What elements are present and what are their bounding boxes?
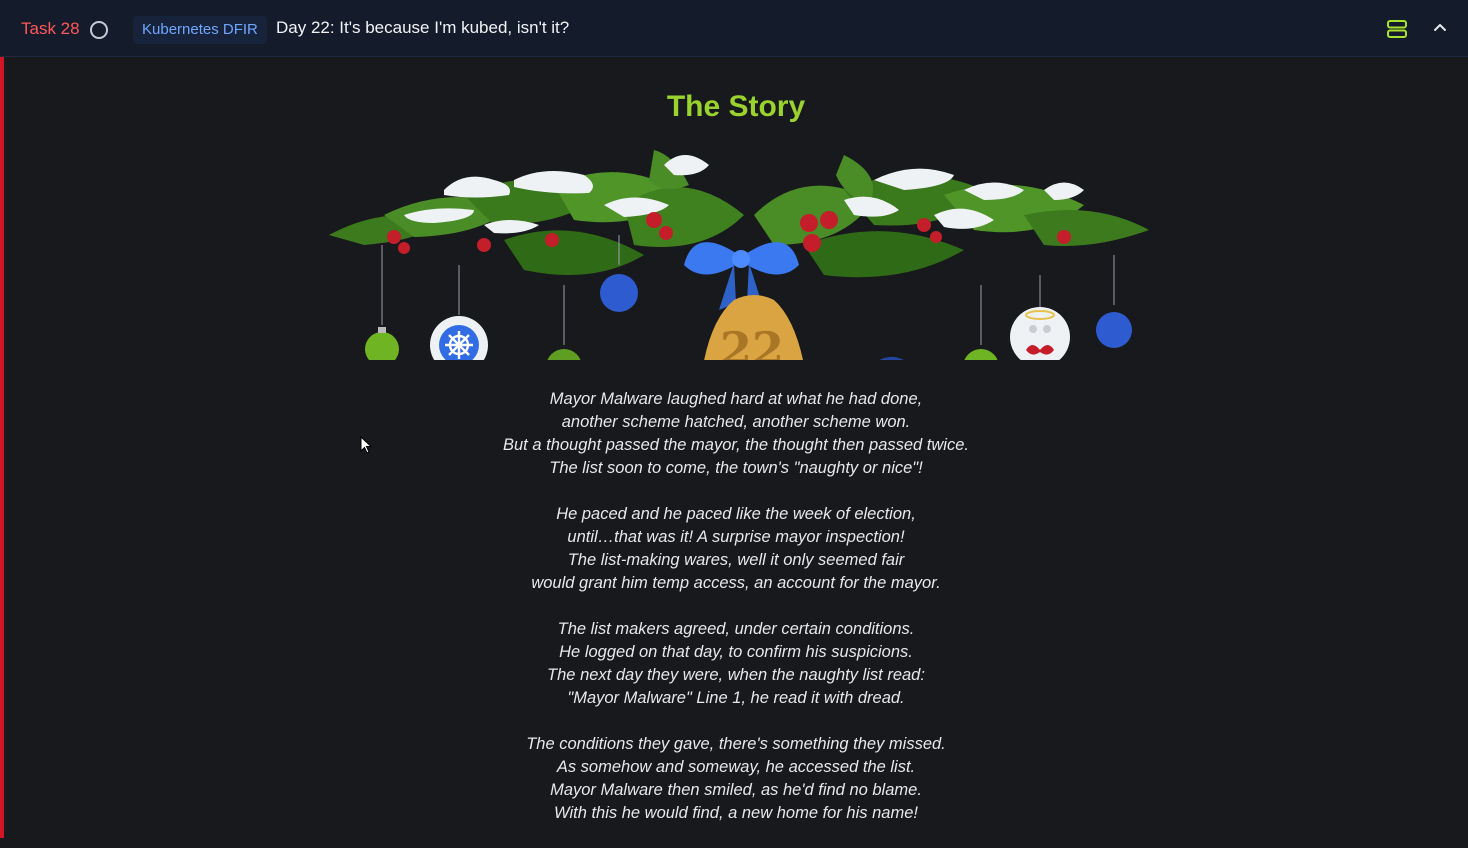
poem-line: With this he would find, a new home for … <box>554 804 918 822</box>
story-heading: The Story <box>666 90 806 123</box>
blue-bauble <box>600 274 638 312</box>
poem-line: until…that was it! A surprise mayor insp… <box>567 528 905 546</box>
task-title: Day 22: It's because I'm kubed, isn't it… <box>276 18 570 37</box>
snow-caps <box>404 155 1084 234</box>
mouse-pointer-icon <box>360 436 372 454</box>
golden-bell: 22 <box>704 295 803 360</box>
poem-line: "Mayor Malware" Line 1, he read it with … <box>567 689 905 707</box>
poem-line: But a thought passed the mayor, the thou… <box>503 436 969 454</box>
poem-line: He paced and he paced like the week of e… <box>556 505 916 523</box>
angel-devil-ornament <box>1010 307 1070 360</box>
poem-line: The list soon to come, the town's "naugh… <box>549 459 923 477</box>
status-circle-icon <box>90 21 108 39</box>
helm-wheel-icon <box>445 331 473 359</box>
poem-line: The conditions they gave, there's someth… <box>526 735 946 753</box>
bell-number: 22 <box>720 322 784 360</box>
green-bauble-right <box>964 349 998 360</box>
task-header[interactable]: Task 28 Kubernetes DFIR Day 22: It's bec… <box>0 0 1468 57</box>
blue-bauble-right <box>1096 312 1132 348</box>
poem-stanza: The list makers agreed, under certain co… <box>4 618 1468 710</box>
story-poem: Mayor Malware laughed hard at what he ha… <box>4 388 1468 848</box>
poem-line: Mayor Malware then smiled, as he'd find … <box>550 781 922 799</box>
poem-stanza: Mayor Malware laughed hard at what he ha… <box>4 388 1468 480</box>
poem-line: He logged on that day, to confirm his su… <box>559 643 913 661</box>
poem-line: The next day they were, when the naughty… <box>547 666 925 684</box>
task-content: The Story 22 Mayor Malware laughed hard … <box>4 57 1468 838</box>
poem-line: As somehow and someway, he accessed the … <box>556 758 916 776</box>
small-green-bauble <box>547 349 581 360</box>
green-bauble <box>365 332 399 360</box>
poem-line: would grant him temp access, an account … <box>531 574 941 592</box>
poem-line: The list makers agreed, under certain co… <box>557 620 915 638</box>
topic-badge: Kubernetes DFIR <box>133 16 267 44</box>
task-number: Task 28 <box>21 19 80 38</box>
layout-toggle-icon[interactable] <box>1387 20 1407 38</box>
christmas-garland-banner: 22 <box>329 150 1149 360</box>
poem-stanza: The conditions they gave, there's someth… <box>4 733 1468 825</box>
poem-line: Mayor Malware laughed hard at what he ha… <box>549 390 923 408</box>
chevron-up-icon[interactable] <box>1433 22 1447 32</box>
fedora-hat-icon <box>879 356 904 360</box>
poem-line: The list-making wares, well it only seem… <box>567 551 905 569</box>
poem-line: another scheme hatched, another scheme w… <box>561 413 911 431</box>
poem-stanza: He paced and he paced like the week of e… <box>4 503 1468 595</box>
